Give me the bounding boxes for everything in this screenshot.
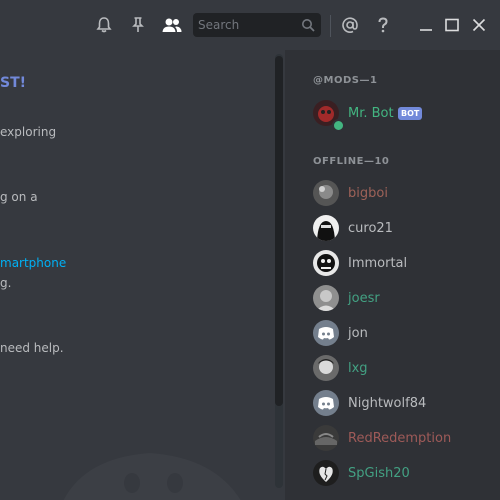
- discord-avatar-icon: [313, 390, 339, 416]
- member-name: RedRedemption: [348, 431, 452, 446]
- search-input[interactable]: [198, 16, 296, 34]
- member-nightwolf84[interactable]: Nightwolf84: [313, 390, 493, 420]
- member-name: curo21: [348, 221, 393, 236]
- member-bigboi[interactable]: bigboi: [313, 180, 493, 210]
- clyde-watermark: [63, 453, 241, 500]
- pin-icon[interactable]: [127, 14, 149, 36]
- member-spgish20[interactable]: SpGish20: [313, 460, 493, 490]
- discord-avatar-icon: [313, 320, 339, 346]
- avatar: [313, 285, 339, 311]
- member-name: bigboi: [348, 186, 388, 201]
- chat-line: g on a: [0, 190, 38, 204]
- mention-icon[interactable]: [339, 14, 361, 36]
- search-box[interactable]: [193, 13, 321, 37]
- member-redredemption[interactable]: RedRedemption: [313, 425, 493, 455]
- section-header-offline: OFFLINE—10: [313, 156, 390, 167]
- member-name: joesr: [348, 291, 380, 306]
- avatar: [313, 180, 339, 206]
- member-name: Mr. Bot: [348, 106, 394, 121]
- chat-line: g.: [0, 276, 12, 290]
- chat-line: exploring: [0, 125, 57, 139]
- avatar: [313, 215, 339, 241]
- toolbar-divider: [330, 15, 331, 37]
- member-name: jon: [348, 326, 368, 341]
- avatar: [313, 425, 339, 451]
- close-icon[interactable]: [468, 14, 490, 36]
- member-name: lxg: [348, 361, 368, 376]
- chat-area: ST! exploring g on a martphone g. need h…: [0, 50, 285, 500]
- chat-scrollbar-thumb[interactable]: [275, 56, 283, 406]
- member-name: Immortal: [348, 256, 408, 271]
- bot-badge: BOT: [398, 107, 423, 120]
- chat-heading: ST!: [0, 75, 27, 91]
- minimize-icon[interactable]: [415, 14, 437, 36]
- member-name: Nightwolf84: [348, 396, 427, 411]
- member-jon[interactable]: jon: [313, 320, 493, 350]
- member-list: @MODS—1 Mr. Bot BOT OFFLINE—10 bigboi cu…: [285, 50, 500, 500]
- chat-link[interactable]: martphone: [0, 256, 66, 270]
- member-lxg[interactable]: lxg: [313, 355, 493, 385]
- help-icon[interactable]: [372, 14, 394, 36]
- avatar: [313, 460, 339, 486]
- members-icon[interactable]: [161, 14, 183, 36]
- avatar: [313, 355, 339, 381]
- member-immortal[interactable]: Immortal: [313, 250, 493, 280]
- section-header-mods: @MODS—1: [313, 75, 378, 86]
- member-mr-bot[interactable]: Mr. Bot BOT: [313, 100, 493, 132]
- maximize-icon[interactable]: [441, 14, 463, 36]
- member-name: SpGish20: [348, 466, 410, 481]
- title-bar: [0, 0, 500, 50]
- bell-icon[interactable]: [93, 14, 115, 36]
- avatar: [313, 250, 339, 276]
- member-joesr[interactable]: joesr: [313, 285, 493, 315]
- member-curo21[interactable]: curo21: [313, 215, 493, 245]
- search-icon[interactable]: [301, 17, 315, 36]
- online-status-icon: [332, 119, 345, 132]
- chat-line: need help.: [0, 341, 64, 355]
